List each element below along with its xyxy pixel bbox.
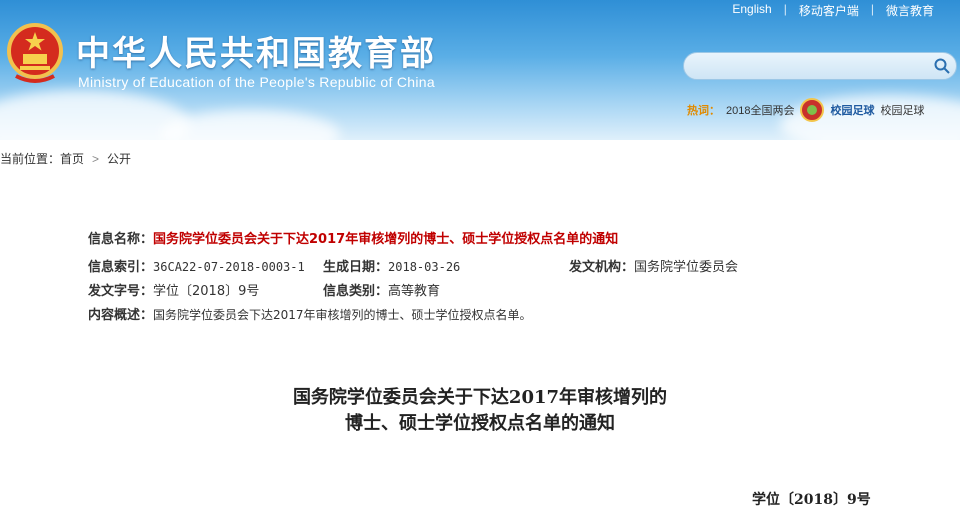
link-english[interactable]: English xyxy=(720,2,783,19)
info-docno-value: 学位〔2018〕9号 xyxy=(153,284,260,299)
cloud-decoration xyxy=(160,110,340,140)
info-label: 发文机构： xyxy=(569,260,635,275)
document-title-line-1: 国务院学位委员会关于下达2017年审核增列的 xyxy=(292,387,668,408)
hot-word-link[interactable]: 校园足球 xyxy=(880,102,924,118)
info-row-index: 信息索引：36CA22-07-2018-0003-1 xyxy=(88,256,305,275)
info-index-value: 36CA22-07-2018-0003-1 xyxy=(153,260,305,274)
search-input[interactable] xyxy=(683,52,957,80)
document-number: 学位〔2018〕9号 xyxy=(752,492,871,508)
breadcrumb-home[interactable]: 首页 xyxy=(60,152,84,166)
site-header: 中华人民共和国教育部 Ministry of Education of the … xyxy=(0,0,960,140)
info-row-summary: 内容概述：国务院学位委员会下达2017年审核增列的博士、硕士学位授权点名单。 xyxy=(88,304,532,323)
info-category-value: 高等教育 xyxy=(388,284,441,299)
link-mobile-client[interactable]: 移动客户端 xyxy=(787,2,871,19)
info-label: 信息索引： xyxy=(88,260,154,275)
hot-words-label: 热词： xyxy=(687,105,720,117)
hot-word-link[interactable]: 2018全国两会 xyxy=(726,102,794,118)
info-org-value: 国务院学位委员会 xyxy=(634,260,739,275)
chevron-right-icon: > xyxy=(92,152,100,166)
football-badge-icon[interactable] xyxy=(800,98,825,122)
info-row-category: 信息类别：高等教育 xyxy=(323,280,440,299)
hot-words: 热词： 2018全国两会 校园足球 校园足球 xyxy=(687,98,924,122)
search-icon[interactable] xyxy=(934,58,950,74)
info-label: 生成日期： xyxy=(323,260,389,275)
national-emblem-icon[interactable] xyxy=(6,22,64,84)
top-links: English | 移动客户端 | 微言教育 xyxy=(720,2,946,19)
info-row-date: 生成日期：2018-03-26 xyxy=(323,256,460,275)
info-label: 信息类别： xyxy=(323,284,389,299)
info-row-org: 发文机构：国务院学位委员会 xyxy=(569,256,738,275)
info-date-value: 2018-03-26 xyxy=(388,260,461,274)
info-label: 内容概述： xyxy=(88,308,154,323)
breadcrumb-public[interactable]: 公开 xyxy=(107,152,131,166)
breadcrumb: 当前位置：首页 > 公开 xyxy=(0,150,131,167)
info-row-docno: 发文字号：学位〔2018〕9号 xyxy=(88,280,259,299)
document-title-line-2: 博士、硕士学位授权点名单的通知 xyxy=(345,413,615,434)
site-subtitle: Ministry of Education of the People's Re… xyxy=(78,74,435,90)
hot-word-link[interactable]: 校园足球 xyxy=(830,102,874,118)
info-label: 发文字号： xyxy=(88,284,154,299)
info-label: 信息名称： xyxy=(88,232,154,247)
link-weiyan[interactable]: 微言教育 xyxy=(874,2,946,19)
breadcrumb-prefix: 当前位置： xyxy=(0,152,61,166)
info-row-name: 信息名称：国务院学位委员会关于下达2017年审核增列的博士、硕士学位授权点名单的… xyxy=(88,228,618,247)
info-name-value: 国务院学位委员会关于下达2017年审核增列的博士、硕士学位授权点名单的通知 xyxy=(153,232,619,247)
info-summary-value: 国务院学位委员会下达2017年审核增列的博士、硕士学位授权点名单。 xyxy=(153,308,532,322)
site-title[interactable]: 中华人民共和国教育部 xyxy=(76,26,436,75)
